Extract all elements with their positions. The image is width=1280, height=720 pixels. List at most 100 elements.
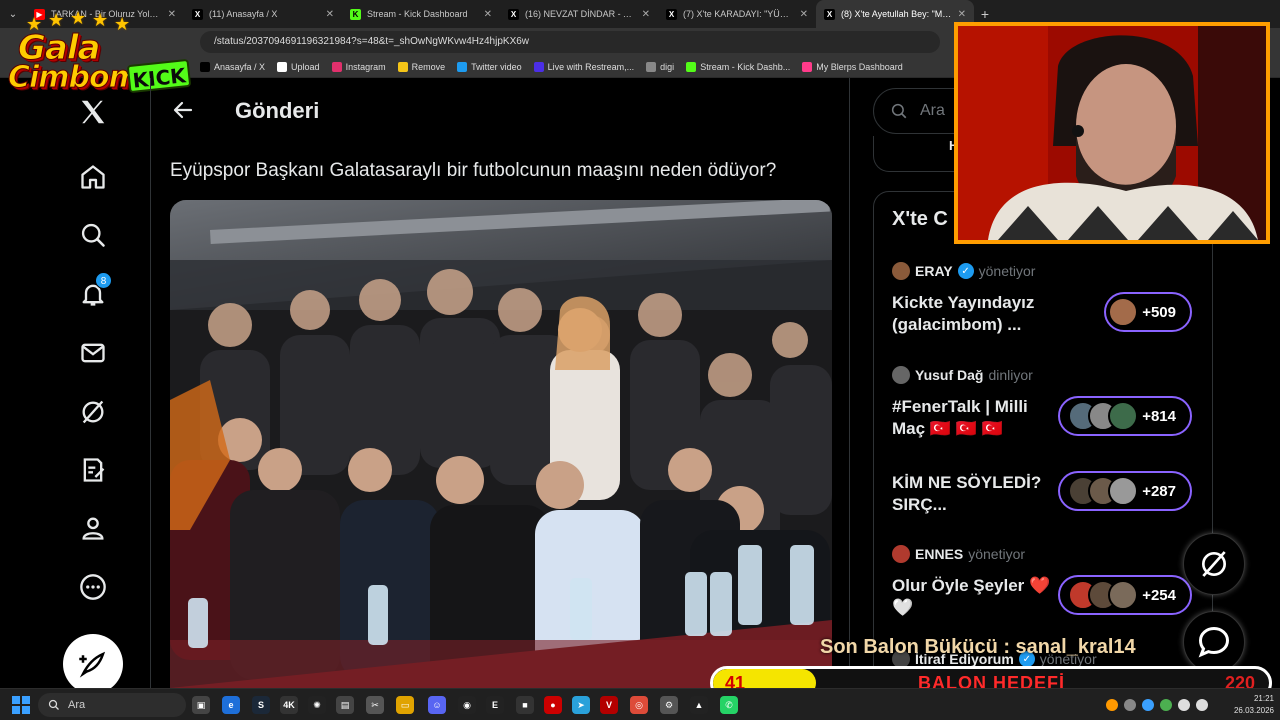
space-host-name[interactable]: ERAY bbox=[915, 263, 953, 279]
tab-title: (7) X'te KARADAYI: "YÜKLEN PAYI bbox=[683, 9, 794, 19]
listener-avatar bbox=[1108, 476, 1139, 506]
more-icon[interactable] bbox=[75, 569, 111, 605]
stream-app-icon[interactable]: ▲ bbox=[690, 696, 708, 714]
4k-icon[interactable]: 4K bbox=[280, 696, 298, 714]
settings-icon[interactable]: ⚙ bbox=[660, 696, 678, 714]
tab-favicon-icon: K bbox=[350, 8, 361, 20]
kick-icon bbox=[686, 61, 697, 72]
bookmark-item[interactable]: Twitter video bbox=[457, 61, 522, 72]
grok-floating-button[interactable] bbox=[1183, 533, 1245, 595]
upload-icon bbox=[277, 61, 288, 72]
bookmark-item[interactable]: Live with Restream,... bbox=[533, 61, 634, 72]
bookmark-item[interactable]: My Blerps Dashboard bbox=[802, 61, 903, 72]
space-title[interactable]: #FenerTalk | Milli Maç 🇹🇷 🇹🇷 🇹🇷 bbox=[892, 396, 1052, 440]
tab-favicon-icon: X bbox=[666, 8, 677, 20]
bookmark-label: Stream - Kick Dashb... bbox=[700, 61, 791, 72]
tab-title: Stream - Kick Dashboard bbox=[367, 9, 468, 19]
tray-icon[interactable] bbox=[1160, 699, 1172, 711]
bookmark-label: Twitter video bbox=[471, 61, 522, 72]
space-title[interactable]: KİM NE SÖYLEDİ? SIRÇ... bbox=[892, 472, 1052, 516]
space-host-name[interactable]: ENNES bbox=[915, 546, 963, 562]
volume-icon[interactable] bbox=[1196, 699, 1208, 711]
bookmark-item[interactable]: Remove bbox=[397, 61, 445, 72]
taskbar-search-placeholder: Ara bbox=[68, 699, 86, 711]
messages-icon[interactable] bbox=[75, 335, 111, 371]
browser-tab[interactable]: X (11) Anasayfa / X ✕ bbox=[184, 0, 342, 28]
bookmark-item[interactable]: Stream - Kick Dashb... bbox=[686, 61, 791, 72]
browser-tab[interactable]: X (8) X'te Ayetullah Bey: "Milliyet ✕ bbox=[816, 0, 974, 28]
space-listeners-pill[interactable]: +287 bbox=[1058, 471, 1192, 511]
space-host-name[interactable]: Yusuf Dağ bbox=[915, 367, 983, 383]
grid-icon bbox=[646, 61, 657, 72]
space-title[interactable]: Olur Öyle Şeyler ❤️🤍 bbox=[892, 575, 1052, 619]
bookmark-item[interactable]: Upload bbox=[277, 61, 320, 72]
profile-icon[interactable] bbox=[75, 510, 111, 546]
tray-icon[interactable] bbox=[1124, 699, 1136, 711]
app-icon[interactable]: ■ bbox=[516, 696, 534, 714]
tab-title: (16) NEVZAT DİNDAR - Arama / X bbox=[525, 9, 636, 19]
bookmark-item[interactable]: digi bbox=[646, 61, 674, 72]
space-title[interactable]: Kickte Yayındayız (galacimbom) ... bbox=[892, 292, 1052, 336]
chatgpt-icon[interactable]: ✺ bbox=[308, 696, 326, 714]
instagram-icon bbox=[331, 61, 342, 72]
wifi-icon[interactable] bbox=[1178, 699, 1190, 711]
new-tab-button[interactable]: + bbox=[974, 6, 996, 22]
lists-icon[interactable] bbox=[75, 452, 111, 488]
space-host-status: yönetiyor bbox=[978, 263, 1036, 279]
telegram-icon[interactable]: ➤ bbox=[572, 696, 590, 714]
task-view-icon[interactable]: ▣ bbox=[192, 696, 210, 714]
tab-close-icon[interactable]: ✕ bbox=[484, 9, 492, 20]
browser-tab[interactable]: X (7) X'te KARADAYI: "YÜKLEN PAYI ✕ bbox=[658, 0, 816, 28]
listener-avatar bbox=[1108, 580, 1139, 610]
search-icon[interactable] bbox=[75, 217, 111, 253]
post-text: Eyüpspor Başkanı Galatasaraylı bir futbo… bbox=[170, 160, 777, 181]
listener-avatar bbox=[1108, 401, 1139, 431]
browser-tab[interactable]: K Stream - Kick Dashboard ✕ bbox=[342, 0, 500, 28]
browser-tab[interactable]: X (16) NEVZAT DİNDAR - Arama / X ✕ bbox=[500, 0, 658, 28]
chrome-icon[interactable]: ◎ bbox=[630, 696, 648, 714]
epic-games-icon[interactable]: E bbox=[486, 696, 504, 714]
tray-icon[interactable] bbox=[1142, 699, 1154, 711]
clock-date: 26.03.2026 bbox=[1233, 706, 1274, 715]
grok-icon[interactable] bbox=[75, 394, 111, 430]
compose-post-button[interactable] bbox=[63, 634, 123, 694]
discord-icon[interactable]: ☺ bbox=[428, 696, 446, 714]
tab-close-icon[interactable]: ✕ bbox=[800, 9, 808, 20]
taskbar-search[interactable]: Ara bbox=[38, 693, 186, 717]
valorant-icon[interactable]: V bbox=[600, 696, 618, 714]
folder-icon bbox=[397, 61, 408, 72]
bookmark-label: Upload bbox=[291, 61, 320, 72]
taskbar-clock[interactable]: 21:21 26.03.2026 bbox=[1226, 693, 1274, 717]
verified-badge-icon: ✓ bbox=[957, 263, 974, 279]
capcut-icon[interactable]: ✂ bbox=[366, 696, 384, 714]
host-avatar bbox=[892, 262, 910, 280]
notifications-icon[interactable]: 8 bbox=[75, 272, 112, 312]
obs-icon[interactable]: ◉ bbox=[458, 696, 476, 714]
post-detail-column: Gönderi Eyüpspor Başkanı Galatasaraylı b… bbox=[150, 78, 850, 688]
back-arrow-icon[interactable] bbox=[171, 98, 195, 122]
tab-close-icon[interactable]: ✕ bbox=[958, 9, 966, 20]
space-listeners-pill[interactable]: +254 bbox=[1058, 575, 1192, 615]
edge-icon[interactable]: e bbox=[222, 696, 240, 714]
x-logo-icon[interactable] bbox=[75, 94, 111, 130]
space-listeners-pill[interactable]: +814 bbox=[1058, 396, 1192, 436]
whatsapp-icon[interactable]: ✆ bbox=[720, 696, 738, 714]
webcam-overlay bbox=[954, 22, 1270, 244]
bookmark-label: My Blerps Dashboard bbox=[816, 61, 903, 72]
tab-close-icon[interactable]: ✕ bbox=[326, 9, 334, 20]
steam-icon[interactable]: S bbox=[252, 696, 270, 714]
messages-floating-button[interactable] bbox=[1183, 611, 1245, 673]
post-photo[interactable] bbox=[170, 200, 832, 688]
notes-icon[interactable]: ▤ bbox=[336, 696, 354, 714]
space-host-row: ENNES yönetiyor bbox=[892, 545, 1025, 563]
bookmark-item[interactable]: Anasayfa / X bbox=[200, 61, 265, 72]
file-explorer-icon[interactable]: ▭ bbox=[396, 696, 414, 714]
url-field[interactable]: /status/2037094691196321984?s=48&t=_shOw… bbox=[200, 31, 940, 53]
start-button[interactable] bbox=[12, 696, 30, 714]
record-icon[interactable]: ● bbox=[544, 696, 562, 714]
tab-close-icon[interactable]: ✕ bbox=[642, 9, 650, 20]
space-listeners-pill[interactable]: +509 bbox=[1104, 292, 1192, 332]
bookmark-item[interactable]: Instagram bbox=[331, 61, 386, 72]
tray-icon[interactable] bbox=[1106, 699, 1118, 711]
home-icon[interactable] bbox=[75, 159, 111, 195]
